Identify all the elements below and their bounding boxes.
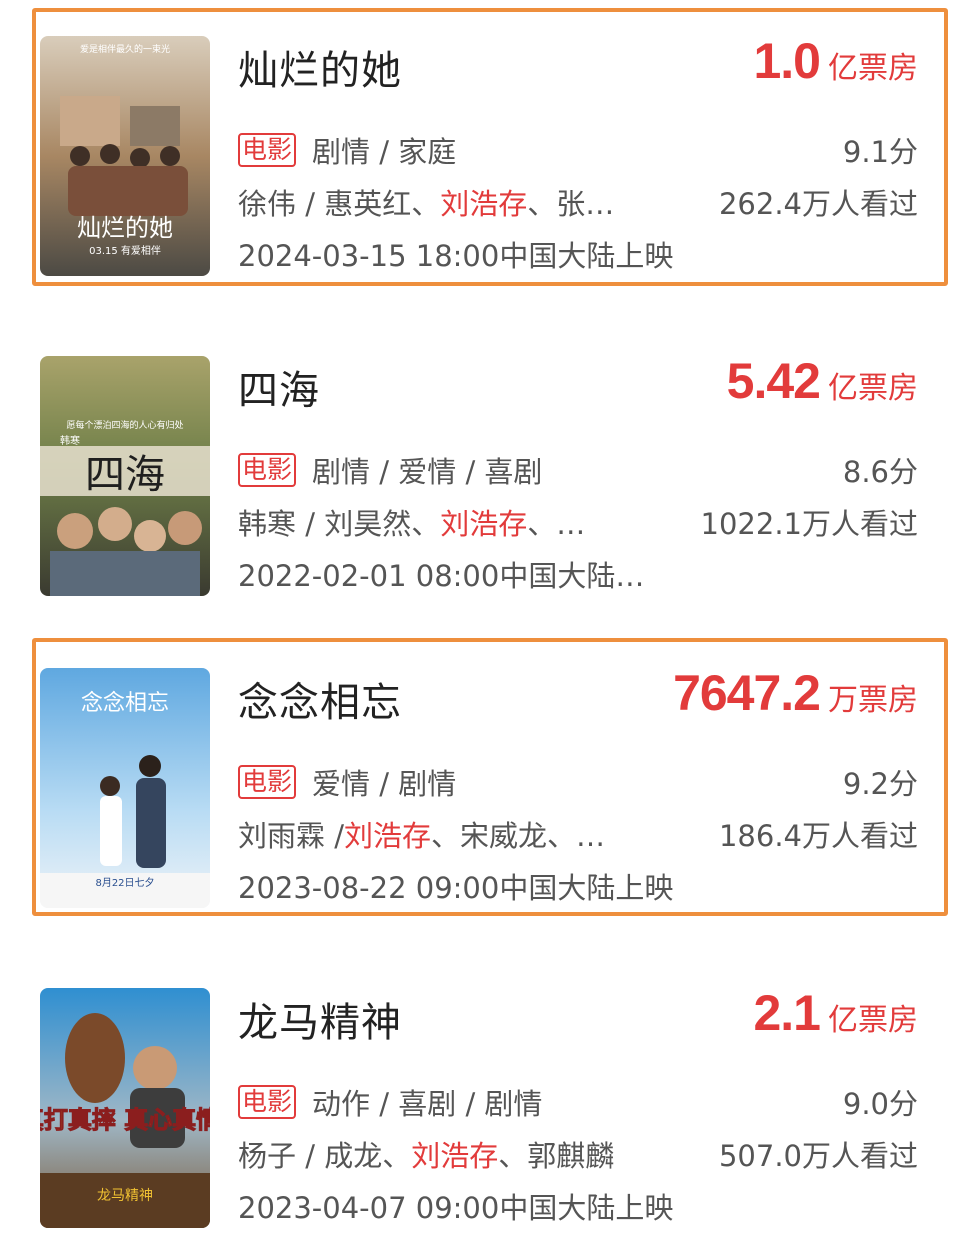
- cast-prefix: 杨子 / 成龙、: [238, 1139, 412, 1173]
- release-info: 2022-02-01 08:00中国大陆…: [238, 559, 645, 593]
- cast-row: 杨子 / 成龙、 刘浩存 、郭麒麟 507.0万人看过: [238, 1134, 918, 1174]
- cast-highlight: 刘浩存: [440, 507, 528, 541]
- release-info: 2024-03-15 18:00中国大陆上映: [238, 239, 674, 273]
- movie-title[interactable]: 四海: [238, 358, 320, 416]
- movie-poster[interactable]: 念念相忘 8月22日七夕: [40, 668, 210, 908]
- movie-title[interactable]: 龙马精神: [238, 990, 402, 1048]
- cast-row: 韩寒 / 刘昊然、 刘浩存、… 1022.1万人看过: [238, 502, 918, 542]
- genre-row: 电影 剧情 / 家庭 9.1分: [238, 130, 918, 170]
- cast-prefix: 徐伟 / 惠英红、: [238, 187, 441, 221]
- type-badge: 电影: [238, 1085, 297, 1119]
- cast-suffix: 、…: [527, 507, 586, 541]
- cast-prefix: 韩寒 / 刘昊然、: [238, 507, 441, 541]
- movie-card[interactable]: 真打真摔 真心真情 龙马精神 龙马精神 2.1 亿票房 电影 动作 / 喜剧 /…: [0, 960, 960, 1260]
- poster-slogan: 真打真摔 真心真情: [40, 1106, 210, 1134]
- poster-release: 8月22日七夕: [95, 877, 154, 889]
- box-office-unit: 亿票房: [828, 51, 918, 86]
- box-office-value: 5.42: [726, 353, 821, 409]
- cast-row: 刘雨霖 / 刘浩存 、宋威龙、… 186.4万人看过: [238, 814, 918, 854]
- cast-highlight: 刘浩存: [344, 819, 432, 853]
- movie-poster[interactable]: 真打真摔 真心真情 龙马精神: [40, 988, 210, 1228]
- movie-card[interactable]: 愿每个漂泊四海的人心有归处 韩寒 四海 四海 5.42 亿票房 电影 剧情 / …: [0, 328, 960, 628]
- cast-prefix: 刘雨霖 /: [238, 819, 344, 853]
- movie-poster[interactable]: 愿每个漂泊四海的人心有归处 韩寒 四海: [40, 356, 210, 596]
- box-office: 2.1 亿票房: [753, 984, 918, 1042]
- release-row: 2024-03-15 18:00中国大陆上映: [238, 234, 918, 274]
- rating: 9.1分: [842, 135, 918, 169]
- cast-suffix: 、宋威龙、…: [431, 819, 606, 853]
- movie-poster[interactable]: 爱是相伴最久的一束光 灿烂的她 03.15 有爱相伴: [40, 36, 210, 276]
- genre-row: 电影 爱情 / 剧情 9.2分: [238, 762, 918, 802]
- genres: 动作 / 喜剧 / 剧情: [312, 1087, 543, 1121]
- rating: 9.2分: [842, 767, 918, 801]
- release-row: 2023-08-22 09:00中国大陆上映: [238, 866, 918, 906]
- viewers: 186.4万人看过: [718, 819, 918, 853]
- box-office-unit: 亿票房: [828, 371, 918, 406]
- poster-title: 念念相忘: [81, 691, 169, 716]
- box-office: 1.0 亿票房: [753, 32, 918, 90]
- box-office: 5.42 亿票房: [727, 352, 918, 410]
- type-badge: 电影: [238, 453, 297, 487]
- cast-suffix: 、张…: [527, 187, 615, 221]
- type-badge: 电影: [238, 133, 297, 167]
- poster-title: 四海: [85, 452, 165, 498]
- viewers: 507.0万人看过: [718, 1139, 918, 1173]
- box-office-value: 7647.2: [673, 665, 821, 721]
- viewers: 1022.1万人看过: [700, 507, 918, 541]
- movie-title[interactable]: 灿烂的她: [238, 38, 402, 96]
- poster-tagline: 愿每个漂泊四海的人心有归处: [66, 419, 183, 431]
- box-office-unit: 亿票房: [828, 1003, 918, 1038]
- release-row: 2022-02-01 08:00中国大陆…: [238, 554, 918, 594]
- poster-title: 灿烂的她: [77, 214, 173, 242]
- poster-director: 韩寒: [60, 434, 80, 447]
- movie-card[interactable]: 念念相忘 8月22日七夕 念念相忘 7647.2 万票房 电影 爱情 / 剧情 …: [0, 638, 960, 938]
- cast-highlight: 刘浩存: [440, 187, 528, 221]
- box-office-value: 1.0: [753, 33, 821, 89]
- movie-title[interactable]: 念念相忘: [238, 670, 402, 728]
- poster-release: 03.15 有爱相伴: [89, 244, 161, 257]
- box-office-value: 2.1: [753, 985, 821, 1041]
- cast-row: 徐伟 / 惠英红、 刘浩存 、张… 262.4万人看过: [238, 182, 918, 222]
- cast-highlight: 刘浩存: [411, 1139, 499, 1173]
- cast-suffix: 、郭麒麟: [498, 1139, 615, 1173]
- box-office-unit: 万票房: [828, 683, 918, 718]
- release-info: 2023-08-22 09:00中国大陆上映: [238, 871, 674, 905]
- box-office: 7647.2 万票房: [673, 664, 918, 722]
- rating: 9.0分: [842, 1087, 918, 1121]
- poster-title: 龙马精神: [97, 1188, 153, 1204]
- genre-row: 电影 动作 / 喜剧 / 剧情 9.0分: [238, 1082, 918, 1122]
- genres: 剧情 / 家庭: [312, 135, 457, 169]
- movie-list: 爱是相伴最久的一束光 灿烂的她 03.15 有爱相伴 灿烂的她 1.0 亿票房 …: [0, 0, 960, 1254]
- genres: 爱情 / 剧情: [312, 767, 457, 801]
- release-info: 2023-04-07 09:00中国大陆上映: [238, 1191, 674, 1225]
- genres: 剧情 / 爱情 / 喜剧: [312, 455, 543, 489]
- type-badge: 电影: [238, 765, 297, 799]
- release-row: 2023-04-07 09:00中国大陆上映: [238, 1186, 918, 1226]
- viewers: 262.4万人看过: [718, 187, 918, 221]
- rating: 8.6分: [842, 455, 918, 489]
- genre-row: 电影 剧情 / 爱情 / 喜剧 8.6分: [238, 450, 918, 490]
- poster-tagline: 爱是相伴最久的一束光: [80, 43, 170, 55]
- movie-card[interactable]: 爱是相伴最久的一束光 灿烂的她 03.15 有爱相伴 灿烂的她 1.0 亿票房 …: [0, 8, 960, 308]
